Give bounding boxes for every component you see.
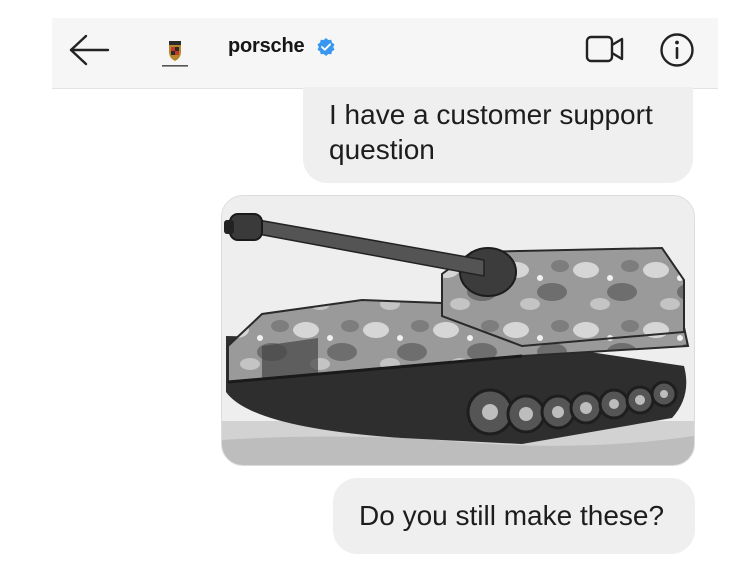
message-text: Do you still make these? — [359, 500, 665, 531]
message-text: I have a customer support question — [329, 99, 653, 165]
info-icon[interactable] — [659, 32, 695, 68]
message-bubble: I have a customer support question — [303, 87, 693, 183]
verified-badge-icon — [317, 38, 335, 56]
back-arrow-icon[interactable] — [68, 33, 110, 67]
username[interactable]: porsche — [228, 35, 305, 58]
message-bubble: Do you still make these? — [333, 478, 695, 554]
image-message[interactable] — [221, 195, 695, 466]
porsche-crest-icon — [162, 41, 188, 67]
chat-header: porsche — [52, 18, 718, 89]
tank-photo — [222, 196, 694, 465]
avatar[interactable] — [152, 28, 198, 74]
video-call-icon[interactable] — [584, 32, 626, 66]
